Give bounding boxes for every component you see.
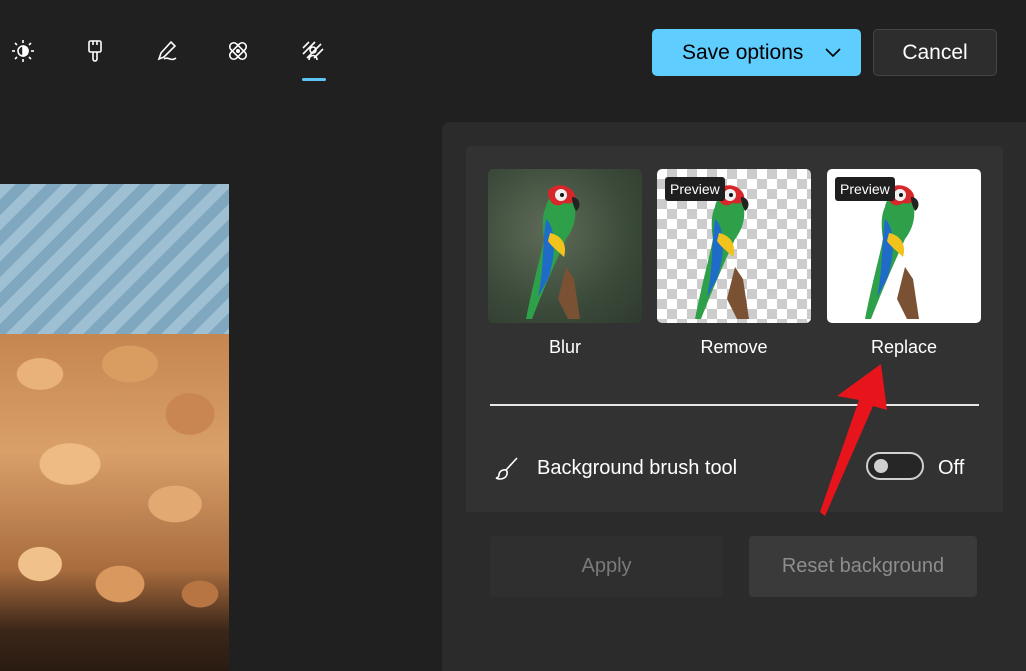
save-options-label: Save options: [682, 40, 804, 64]
markup-pen-icon[interactable]: [152, 36, 182, 66]
preview-badge: Preview: [665, 177, 725, 201]
remove-thumbnail[interactable]: Preview: [657, 169, 811, 323]
blur-thumbnail[interactable]: [488, 169, 642, 323]
blur-label: Blur: [548, 337, 581, 357]
parrot-image: [526, 185, 580, 319]
brush-icon: [494, 455, 520, 481]
active-tool-indicator: [302, 78, 326, 81]
remove-label: Remove: [700, 337, 768, 357]
filter-brush-icon[interactable]: [80, 36, 110, 66]
background-brush-tool-label: Background brush tool: [537, 457, 738, 479]
replace-thumbnail[interactable]: Preview: [827, 169, 981, 323]
background-icon[interactable]: [298, 36, 328, 66]
remove-option[interactable]: Preview Remove: [657, 169, 811, 358]
photo-subject: [0, 334, 229, 671]
blur-option[interactable]: Blur: [488, 169, 642, 358]
reset-background-button[interactable]: Reset background: [749, 536, 977, 597]
toggle-state-label: Off: [938, 457, 965, 479]
replace-label: Replace: [870, 337, 938, 357]
annotation-arrow: [820, 364, 887, 516]
background-selection-mask: [0, 184, 229, 349]
preview-badge: Preview: [835, 177, 895, 201]
adjustment-icon[interactable]: [8, 36, 38, 66]
chevron-down-icon[interactable]: [823, 42, 843, 68]
divider: [490, 404, 979, 406]
apply-button[interactable]: Apply: [490, 536, 723, 597]
edited-photo: [0, 184, 229, 671]
cancel-button[interactable]: Cancel: [873, 29, 997, 76]
retouch-icon[interactable]: [223, 36, 253, 66]
replace-option[interactable]: Preview Replace: [827, 169, 981, 358]
save-options-button[interactable]: Save options: [652, 29, 861, 76]
